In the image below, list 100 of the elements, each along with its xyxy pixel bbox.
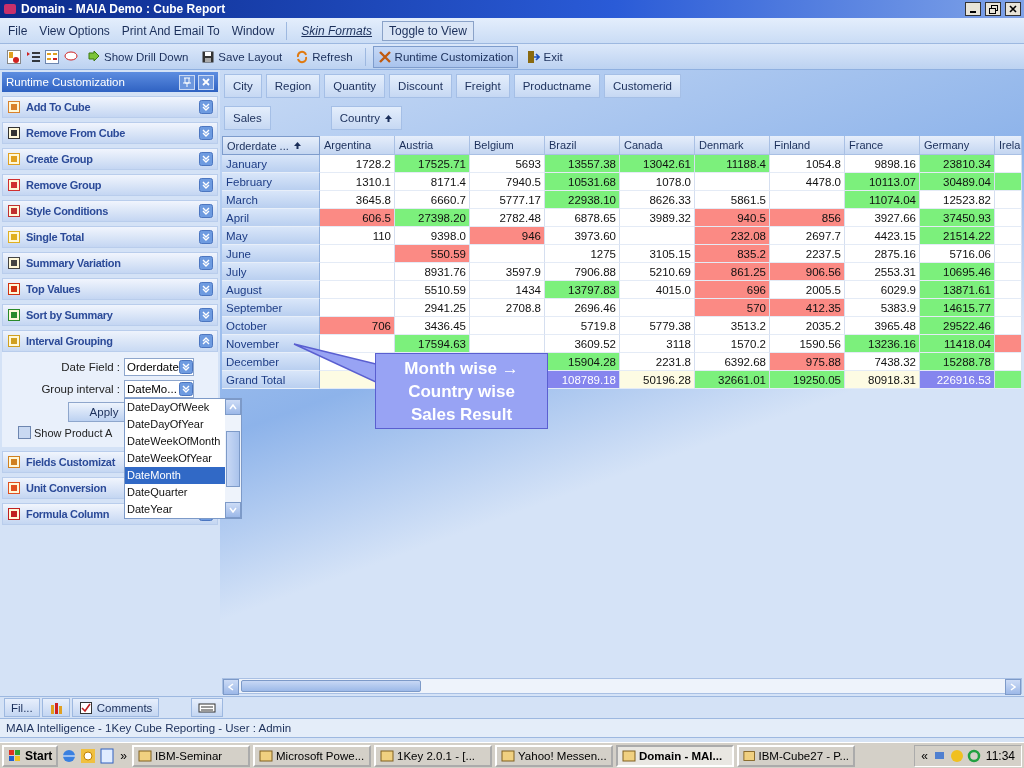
field-button[interactable]: Sales xyxy=(224,106,271,130)
row-header[interactable]: June xyxy=(222,245,320,263)
table-cell: 412.35 xyxy=(770,299,845,317)
section-header[interactable]: Sort by Summary xyxy=(2,304,218,326)
table-cell: 13236.16 xyxy=(845,335,920,353)
column-header[interactable]: Austria xyxy=(395,136,470,155)
table-cell: 9398.0 xyxy=(395,227,470,245)
table-cell: 3513.2 xyxy=(695,317,770,335)
column-header[interactable]: Finland xyxy=(770,136,845,155)
taskbar-button[interactable]: IBM-Seminar xyxy=(132,744,251,767)
field-button[interactable]: City xyxy=(224,74,262,98)
toggle-button[interactable]: Toggle to View xyxy=(382,20,474,41)
table-cell: 15288.78 xyxy=(920,353,995,371)
skin-formats-link[interactable]: Skin Formats xyxy=(295,21,379,40)
table-cell: 975.88 xyxy=(770,353,845,371)
section-header[interactable]: Interval Grouping xyxy=(2,330,218,352)
toolbar-button[interactable]: Save Layout xyxy=(196,45,288,68)
field-button[interactable]: Discount xyxy=(389,74,452,98)
row-header[interactable]: July xyxy=(222,263,320,281)
table-cell: 2708.8 xyxy=(470,299,545,317)
field-button[interactable]: Productname xyxy=(513,74,601,98)
row-header[interactable]: August xyxy=(222,281,320,299)
section-header[interactable]: Create Group xyxy=(2,148,218,170)
table-cell: 2697.7 xyxy=(770,227,845,245)
toolbar-button[interactable]: Exit xyxy=(521,45,568,68)
table-cell: 14615.77 xyxy=(920,299,995,317)
table-cell: 108789.18 xyxy=(545,371,620,389)
table-cell: 3973.60 xyxy=(545,227,620,245)
column-header[interactable]: Canada xyxy=(620,136,695,155)
taskbar-button[interactable]: Domain - MAI... xyxy=(616,744,735,767)
menu-item[interactable]: File xyxy=(4,21,32,40)
table-cell: 3597.9 xyxy=(470,263,545,281)
column-header[interactable]: Germany xyxy=(920,136,995,155)
section-header[interactable]: Single Total xyxy=(2,226,218,248)
field-button[interactable]: Region xyxy=(265,74,321,98)
menu-item[interactable]: View Options xyxy=(35,21,114,40)
more-button[interactable]: » xyxy=(118,748,130,763)
field-button[interactable]: Quantity xyxy=(324,74,386,98)
field-button[interactable]: Country xyxy=(330,106,403,130)
column-header[interactable]: Irela xyxy=(995,136,1022,155)
bottom-tab[interactable]: Comments xyxy=(71,698,160,717)
section-header[interactable]: Remove Group xyxy=(2,174,218,196)
row-header[interactable]: April xyxy=(222,209,320,227)
section-header[interactable]: Top Values xyxy=(2,278,218,300)
row-header[interactable]: December xyxy=(222,353,320,371)
section-title: Formula Column xyxy=(26,508,110,520)
section-header[interactable]: Summary Variation xyxy=(2,252,218,274)
column-header[interactable]: Belgium xyxy=(470,136,545,155)
table-cell: 9898.16 xyxy=(845,155,920,173)
table-cell: 696 xyxy=(695,281,770,299)
toolbar-button[interactable]: Runtime Customization xyxy=(372,45,519,68)
table-cell: 1434 xyxy=(470,281,545,299)
taskbar-button[interactable]: Yahoo! Messen... xyxy=(495,744,614,767)
column-header[interactable]: Argentina xyxy=(320,136,395,155)
toolbar-button[interactable]: Refresh xyxy=(290,45,358,68)
field-button[interactable]: Orderdate ... xyxy=(222,136,320,155)
taskbar-button[interactable]: Microsoft Powe... xyxy=(253,744,372,767)
row-header[interactable]: October xyxy=(222,317,320,335)
section-title: Style Conditions xyxy=(26,205,108,217)
table-cell: 2553.31 xyxy=(845,263,920,281)
table-cell: 13042.61 xyxy=(620,155,695,173)
column-header[interactable]: France xyxy=(845,136,920,155)
taskbar-button[interactable]: 1Key 2.0.1 - [... xyxy=(374,744,493,767)
row-header[interactable]: May xyxy=(222,227,320,245)
menu-item[interactable]: Window xyxy=(227,21,279,40)
start-button[interactable]: Start xyxy=(2,744,59,767)
table-cell: 1078.0 xyxy=(620,173,695,191)
column-header[interactable]: Brazil xyxy=(545,136,620,155)
section-title: Add To Cube xyxy=(26,101,91,113)
table-cell: 11074.04 xyxy=(845,191,920,209)
table-cell: 32661.01 xyxy=(695,371,770,389)
section-header[interactable]: Add To Cube xyxy=(2,96,218,118)
table-cell: 11418.04 xyxy=(920,335,995,353)
field-button[interactable]: Customerid xyxy=(604,74,681,98)
row-header[interactable]: November xyxy=(222,335,320,353)
row-header[interactable]: September xyxy=(222,299,320,317)
table-cell: 8171.4 xyxy=(395,173,470,191)
table-cell: 30489.04 xyxy=(920,173,995,191)
row-header[interactable]: January xyxy=(222,155,320,173)
taskbar-button[interactable]: IBM-Cube27 - P... xyxy=(737,744,856,767)
section-title: Sort by Summary xyxy=(26,309,113,321)
date-field-select[interactable]: Orderdate xyxy=(124,358,194,376)
bottom-tab[interactable]: Fil... xyxy=(4,698,40,717)
section-header[interactable]: Style Conditions xyxy=(2,200,218,222)
list-option[interactable]: DateMonth xyxy=(125,467,225,484)
table-cell: 15904.28 xyxy=(545,353,620,371)
row-header[interactable]: March xyxy=(222,191,320,209)
menu-item[interactable]: Print And Email To xyxy=(117,21,224,40)
table-cell: 5510.59 xyxy=(395,281,470,299)
section-title: Remove From Cube xyxy=(26,127,126,139)
row-header[interactable]: Grand Total xyxy=(222,371,320,389)
field-label: Date Field : xyxy=(60,361,120,373)
tray-toggle[interactable]: « xyxy=(919,748,930,763)
section-header[interactable]: Remove From Cube xyxy=(2,122,218,144)
row-header[interactable]: February xyxy=(222,173,320,191)
table-cell: 12523.82 xyxy=(920,191,995,209)
field-button[interactable]: Freight xyxy=(455,74,510,98)
toolbar-button[interactable]: Show Drill Down xyxy=(82,45,194,68)
group-interval-select[interactable]: DateMo... xyxy=(124,380,194,398)
column-header[interactable]: Denmark xyxy=(695,136,770,155)
